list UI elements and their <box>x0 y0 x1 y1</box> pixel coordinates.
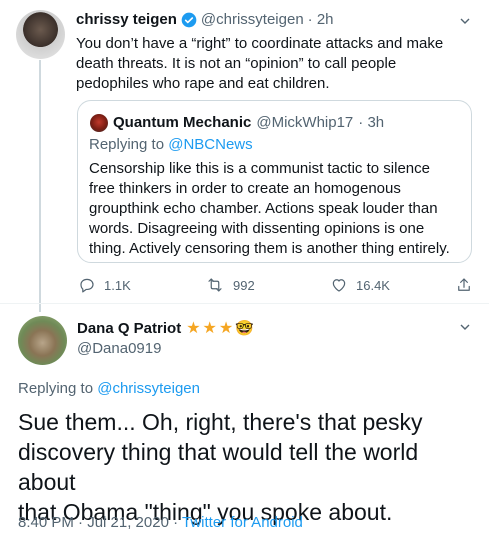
tweet-text-line: You don’t have a “right” to coordinate a… <box>76 35 444 52</box>
like-count: 16.4K <box>356 277 390 293</box>
star-icon: ★ <box>218 320 234 337</box>
quoted-text-line: Censorship like this is a communist tact… <box>89 160 430 177</box>
nerd-face-icon: 🤓 <box>235 320 254 337</box>
replying-prefix: Replying to <box>89 136 169 153</box>
tweet-header: Dana Q Patriot ★ ★ ★ 🤓 <box>77 318 254 338</box>
quoted-avatar <box>90 114 108 132</box>
quoted-header: Quantum Mechanic @MickWhip17 · 3h <box>113 114 384 131</box>
source-link[interactable]: Twitter for Android <box>182 514 303 531</box>
tweet-text-line: Sue them... Oh, right, there's that pesk… <box>18 409 423 435</box>
reply-button[interactable]: 1.1K <box>78 276 131 294</box>
reply-count: 1.1K <box>104 277 131 293</box>
quoted-timestamp: · 3h <box>358 114 385 131</box>
retweet-button[interactable]: 992 <box>205 276 255 294</box>
avatar[interactable] <box>18 316 67 365</box>
quoted-handle: @MickWhip17 <box>256 114 354 131</box>
replying-to-link[interactable]: @chrissyteigen <box>97 380 200 397</box>
thread-line <box>39 60 41 312</box>
retweet-icon <box>208 278 222 292</box>
like-button[interactable]: 16.4K <box>330 276 390 294</box>
display-name[interactable]: chrissy teigen <box>76 11 177 28</box>
timestamp[interactable]: 8:40 PM · Jul 21, 2020 · <box>18 514 178 531</box>
tweet-text-line: pedophiles who rape and eat children. <box>76 75 330 92</box>
verified-badge-icon <box>181 12 197 27</box>
chevron-down-icon[interactable] <box>460 16 470 26</box>
handle[interactable]: @Dana0919 <box>77 340 161 357</box>
replying-prefix: Replying to <box>18 380 98 397</box>
tweet-text-line: death threats. It is not an “opinion” to… <box>76 55 397 72</box>
star-icon: ★ <box>202 320 217 337</box>
quoted-display-name: Quantum Mechanic <box>113 114 252 131</box>
tweet-meta: 8:40 PM · Jul 21, 2020 · Twitter for And… <box>18 514 303 531</box>
replying-to-link[interactable]: @NBCNews <box>168 136 252 153</box>
like-icon <box>332 279 346 292</box>
tweet-text: You don’t have a “right” to coordinate a… <box>76 34 476 94</box>
display-name[interactable]: Dana Q Patriot <box>77 320 181 337</box>
avatar[interactable] <box>16 10 65 59</box>
tweet-text: Sue them... Oh, right, there's that pesk… <box>18 407 478 527</box>
quoted-text-line: words. Disagreeing with dissenting opini… <box>89 220 425 237</box>
quoted-replying-to: Replying to @NBCNews <box>89 136 253 153</box>
share-icon <box>458 278 470 291</box>
retweet-count: 992 <box>233 277 255 293</box>
tweet-text-line: discovery thing that would tell the worl… <box>18 439 419 495</box>
divider <box>0 303 489 304</box>
quoted-text-line: free thinkers in order to create an homo… <box>89 180 401 197</box>
handle[interactable]: @chrissyteigen <box>201 11 304 28</box>
timestamp[interactable]: · 2h <box>308 11 334 28</box>
chevron-down-icon[interactable] <box>460 322 470 332</box>
reply-icon <box>80 278 94 293</box>
tweet-header: chrissy teigen @chrissyteigen · 2h <box>76 11 334 28</box>
quoted-text: Censorship like this is a communist tact… <box>89 159 469 259</box>
quoted-text-line: thing. Actively censoring them is anothe… <box>89 240 450 257</box>
star-icon: ★ <box>186 320 201 337</box>
share-button[interactable] <box>455 276 473 294</box>
replying-to: Replying to @chrissyteigen <box>18 380 200 397</box>
quoted-text-line: groupthink echo chamber. Actions speak l… <box>89 200 438 217</box>
